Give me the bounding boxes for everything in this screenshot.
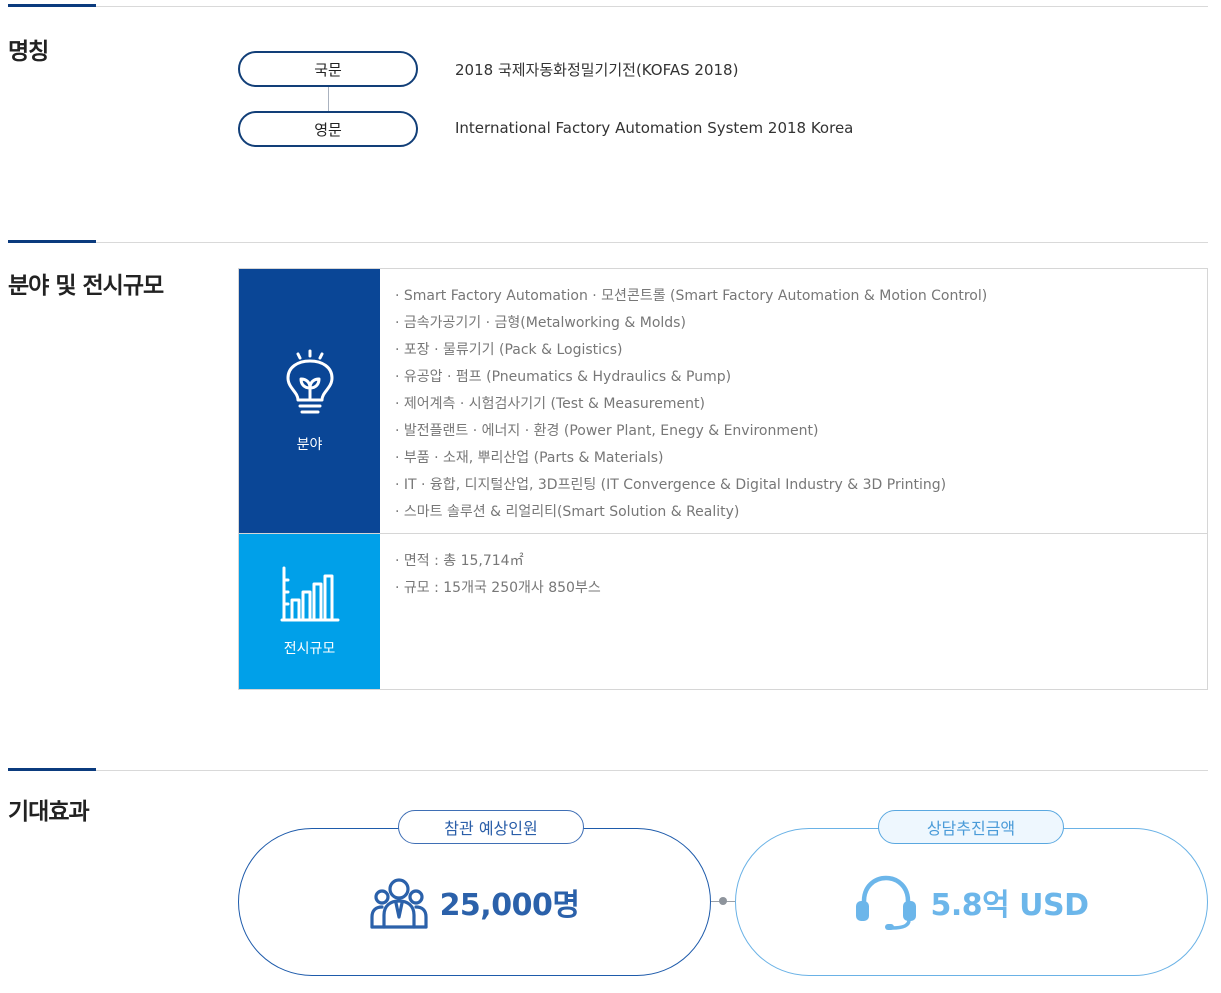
list-item: · 면적 : 총 15,714㎡: [395, 553, 524, 569]
field-row-label: 분야: [296, 437, 323, 453]
korean-name-value: 2018 국제자동화정밀기기전(KOFAS 2018): [455, 61, 739, 79]
list-item: · Smart Factory Automation · 모션콘트롤 (Smar…: [395, 288, 988, 304]
list-item: · 제어계측 · 시험검사기기 (Test & Measurement): [395, 396, 705, 412]
headset-icon: [856, 875, 917, 930]
visitors-card: 25,000명: [238, 828, 711, 976]
section-accent-bar: [8, 240, 96, 243]
scale-list: · 면적 : 총 15,714㎡ · 규모 : 15개국 250개사 850부스: [395, 548, 1198, 602]
bar-chart-icon: [280, 566, 339, 621]
field-scale-table: 분야 · Smart Factory Automation · 모션콘트롤 (S…: [238, 268, 1208, 690]
consult-value: 5.8억 USD: [930, 888, 1089, 923]
list-item: · 금속가공기기 · 금형(Metalworking & Molds): [395, 315, 686, 331]
section-divider: [8, 770, 1208, 771]
list-item: · 규모 : 15개국 250개사 850부스: [395, 580, 601, 596]
section-divider: [8, 6, 1208, 7]
consult-card: 5.8억 USD: [735, 828, 1208, 976]
field-list: · Smart Factory Automation · 모션콘트롤 (Smar…: [395, 283, 1198, 526]
cards-connector-dot: [719, 897, 727, 905]
scale-row: 전시규모 · 면적 : 총 15,714㎡ · 규모 : 15개국 250개사 …: [239, 534, 1208, 689]
section-title: 기대효과: [8, 799, 90, 825]
list-item: · 포장 · 물류기기 (Pack & Logistics): [395, 342, 623, 358]
lightbulb-icon: [286, 349, 333, 414]
field-row-header: 분야: [239, 269, 380, 533]
section-accent-bar: [8, 768, 96, 771]
list-item: · IT · 융합, 디지털산업, 3D프린팅 (IT Convergence …: [395, 477, 947, 493]
list-item: · 발전플랜트 · 에너지 · 환경 (Power Plant, Enegy &…: [395, 423, 819, 439]
effect-section: 기대효과 25,000명 참관 예상인원 5.8억 USD 상담추진금액: [8, 768, 1208, 993]
consult-label: 상담추진금액: [878, 810, 1064, 844]
english-name-value: International Factory Automation System …: [455, 119, 854, 137]
section-title: 분야 및 전시규모: [8, 273, 164, 299]
section-divider: [8, 242, 1208, 243]
scale-row-label: 전시규모: [283, 640, 336, 657]
scale-row-header: 전시규모: [239, 534, 380, 689]
field-scale-section: 분야 및 전시규모 분야 · Smart Factory Automation …: [8, 240, 1208, 692]
english-name-label: 영문: [238, 111, 418, 147]
list-item: · 부품 · 소재, 뿌리산업 (Parts & Materials): [395, 450, 664, 466]
korean-name-label: 국문: [238, 51, 418, 87]
people-icon: [369, 878, 428, 929]
list-item: · 스마트 솔루션 & 리얼리티(Smart Solution & Realit…: [395, 504, 740, 520]
list-item: · 유공압 · 펌프 (Pneumatics & Hydraulics & Pu…: [395, 369, 732, 385]
section-title: 명칭: [8, 39, 49, 65]
pill-connector-line: [328, 87, 329, 111]
visitors-value: 25,000명: [439, 888, 580, 923]
section-accent-bar: [8, 4, 96, 7]
field-row: 분야 · Smart Factory Automation · 모션콘트롤 (S…: [239, 269, 1208, 534]
visitors-label: 참관 예상인원: [398, 810, 584, 844]
name-section: 명칭 국문 영문 2018 국제자동화정밀기기전(KOFAS 2018) Int…: [8, 4, 1208, 196]
